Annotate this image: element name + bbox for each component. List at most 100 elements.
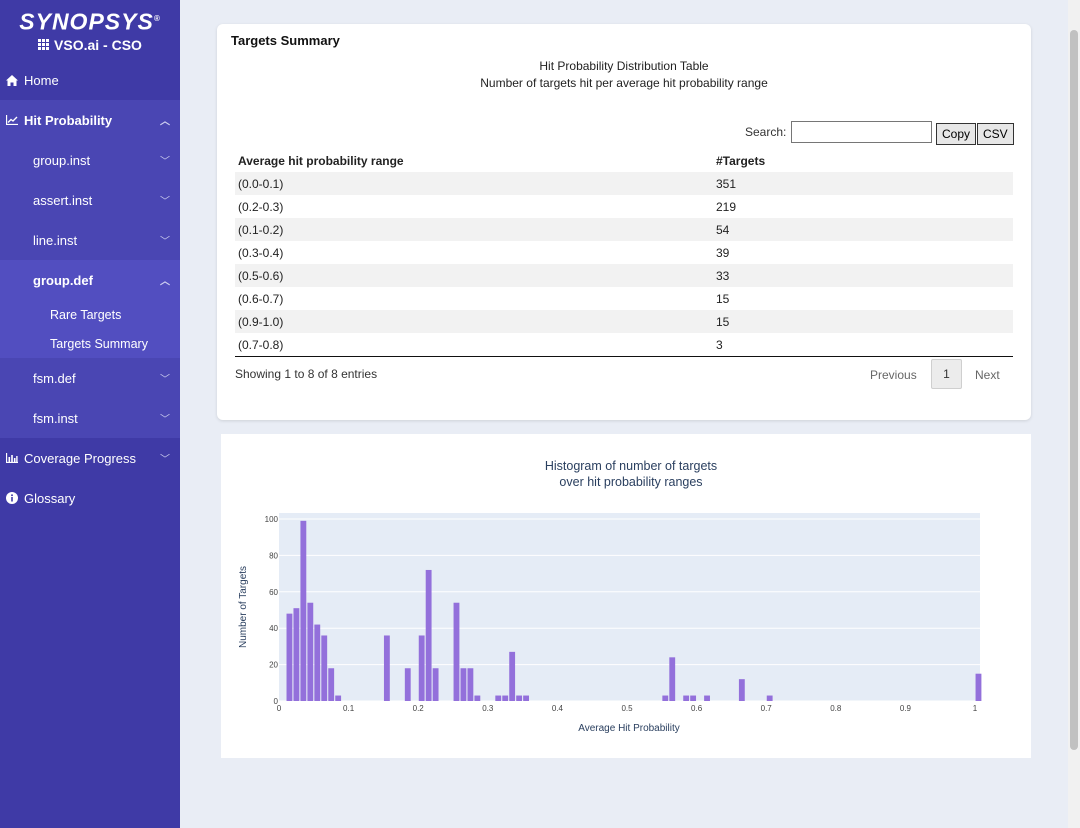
- search-input[interactable]: [791, 121, 932, 143]
- x-tick-label: 0.5: [621, 704, 633, 713]
- chevron-up-icon: ︿: [160, 276, 170, 288]
- next-page-button[interactable]: Next: [975, 368, 1000, 382]
- nav-home-label: Home: [24, 72, 59, 88]
- histogram-bar: [662, 695, 669, 701]
- nav-fsm-def-label: fsm.def: [33, 370, 76, 386]
- histogram-bar: [383, 635, 390, 701]
- product-name: VSO.ai - CSO: [0, 37, 180, 53]
- scrollbar-thumb[interactable]: [1070, 30, 1078, 750]
- histogram-bar: [328, 668, 335, 701]
- nav-group-def-section: group.def ︿ Rare Targets Targets Summary: [0, 260, 180, 358]
- targets-summary-card: Targets Summary Hit Probability Distribu…: [217, 24, 1031, 420]
- nav-group-inst-label: group.inst: [33, 152, 91, 168]
- y-tick-label: 80: [269, 551, 278, 560]
- distribution-table: Average hit probability range #Targets (…: [235, 150, 1013, 357]
- y-tick-label: 40: [269, 624, 278, 633]
- histogram-bar: [300, 520, 307, 701]
- histogram-bar: [704, 695, 710, 701]
- range-cell: (0.6-0.7): [238, 291, 284, 306]
- histogram-bar: [738, 679, 745, 701]
- range-cell: (0.9-1.0): [238, 314, 284, 329]
- histogram-bar: [474, 695, 481, 701]
- x-tick-label: 0.4: [552, 704, 564, 713]
- page-scrollbar[interactable]: [1068, 0, 1080, 828]
- targets-cell: 3: [713, 333, 1013, 357]
- nav-fsm-inst-label: fsm.inst: [33, 410, 78, 426]
- column-header-targets[interactable]: #Targets: [713, 150, 1013, 172]
- line-chart-icon: [6, 115, 18, 125]
- column-header-range[interactable]: Average hit probability range: [235, 150, 713, 172]
- histogram-bar: [286, 613, 293, 701]
- histogram-card: 0 20 40 60 80 100 0 0.1 0.2 0.3 0.4 0.5 0.6 0.7 0.8 0.9…: [221, 434, 1031, 758]
- targets-cell: 219: [716, 199, 737, 214]
- table-caption-subtitle: Number of targets hit per average hit pr…: [480, 76, 768, 90]
- nav-line-inst[interactable]: line.inst ﹀: [0, 220, 180, 260]
- copy-button[interactable]: Copy: [936, 123, 977, 145]
- x-tick-label: 0.9: [900, 704, 912, 713]
- product-label: VSO.ai - CSO: [54, 36, 142, 53]
- targets-cell: 54: [716, 222, 730, 237]
- histogram-bar: [495, 695, 502, 701]
- histogram-bar: [335, 695, 342, 701]
- x-tick-label: 0: [277, 704, 282, 713]
- x-tick-label: 0.7: [761, 704, 773, 713]
- csv-button[interactable]: CSV: [977, 123, 1014, 145]
- logo: SYNOPSYS® VSO.ai - CSO: [0, 0, 180, 60]
- targets-cell: 351: [716, 176, 737, 191]
- nav-group-hit-probability: Hit Probability ︿ group.inst ﹀ assert.in…: [0, 100, 180, 438]
- range-cell: (0.1-0.2): [238, 222, 284, 237]
- table-info: Showing 1 to 8 of 8 entries: [235, 367, 378, 381]
- range-cell: (0.3-0.4): [238, 245, 284, 260]
- range-cell: (0.5-0.6): [238, 268, 284, 283]
- previous-page-button[interactable]: Previous: [870, 368, 917, 382]
- nav-glossary[interactable]: Glossary: [0, 478, 180, 518]
- nav-fsm-def[interactable]: fsm.def ﹀: [0, 358, 180, 398]
- chevron-down-icon: ﹀: [160, 236, 170, 248]
- table-body: (0.0-0.1) 351 (0.2-0.3) 219 (0.1-0.2) 54 (0.3-…: [235, 172, 1013, 357]
- chevron-down-icon: ﹀: [160, 414, 170, 426]
- histogram-bar: [314, 624, 321, 701]
- chart-title-line: over hit probability ranges: [559, 475, 702, 489]
- chevron-down-icon: ﹀: [160, 454, 170, 466]
- histogram-bar: [293, 608, 300, 701]
- targets-cell: 15: [716, 314, 730, 329]
- nav-hit-probability[interactable]: Hit Probability ︿: [0, 100, 180, 140]
- nav-fsm-inst[interactable]: fsm.inst ﹀: [0, 398, 180, 438]
- table-row: (0.9-1.0) 15: [235, 310, 1013, 333]
- nav-rare-targets[interactable]: Rare Targets: [0, 300, 180, 329]
- nav-group-inst[interactable]: group.inst ﹀: [0, 140, 180, 180]
- x-tick-label: 0.2: [413, 704, 425, 713]
- histogram-bar: [418, 635, 425, 701]
- chart-title-line: Histogram of number of targets: [545, 459, 717, 473]
- brand-logo: SYNOPSYS®: [19, 8, 161, 35]
- histogram-bar: [502, 695, 509, 701]
- histogram-chart: 0204060801000 0.1 0.2 0.3 0.4 0.5 0.6 0.7 0.8 0.9…: [238, 459, 982, 734]
- y-tick-label: 100: [265, 515, 279, 524]
- nav-hit-probability-label: Hit Probability: [24, 112, 113, 128]
- nav-assert-inst[interactable]: assert.inst ﹀: [0, 180, 180, 220]
- bar-chart-icon: [6, 453, 18, 463]
- table-row: (0.1-0.2) 54: [235, 218, 1013, 241]
- table-row: (0.0-0.1) 351: [235, 172, 1013, 195]
- nav-group-def-label: group.def: [33, 272, 93, 288]
- nav-coverage-progress[interactable]: Coverage Progress ﹀: [0, 438, 180, 478]
- chevron-up-icon: ︿: [160, 116, 170, 128]
- targets-cell: 39: [716, 245, 730, 260]
- chevron-down-icon: ﹀: [160, 374, 170, 386]
- x-tick-label: 0.6: [691, 704, 703, 713]
- grid-icon: [38, 39, 50, 51]
- histogram-bar: [307, 602, 314, 701]
- nav-group-def[interactable]: group.def ︿: [0, 260, 180, 300]
- histogram-bar: [467, 668, 474, 701]
- histogram-bar: [669, 657, 676, 701]
- histogram-bar: [404, 668, 411, 701]
- histogram-bar: [460, 668, 467, 701]
- histogram-bar: [975, 673, 982, 701]
- sidebar: SYNOPSYS® VSO.ai - CSO Home Hit Probabil…: [0, 0, 180, 828]
- nav-glossary-label: Glossary: [24, 490, 76, 506]
- nav-targets-summary[interactable]: Targets Summary: [0, 329, 180, 358]
- table-row: (0.5-0.6) 33: [235, 264, 1013, 287]
- page-1-button[interactable]: 1: [931, 359, 962, 389]
- nav-home[interactable]: Home: [0, 60, 180, 100]
- y-tick-label: 20: [269, 661, 278, 670]
